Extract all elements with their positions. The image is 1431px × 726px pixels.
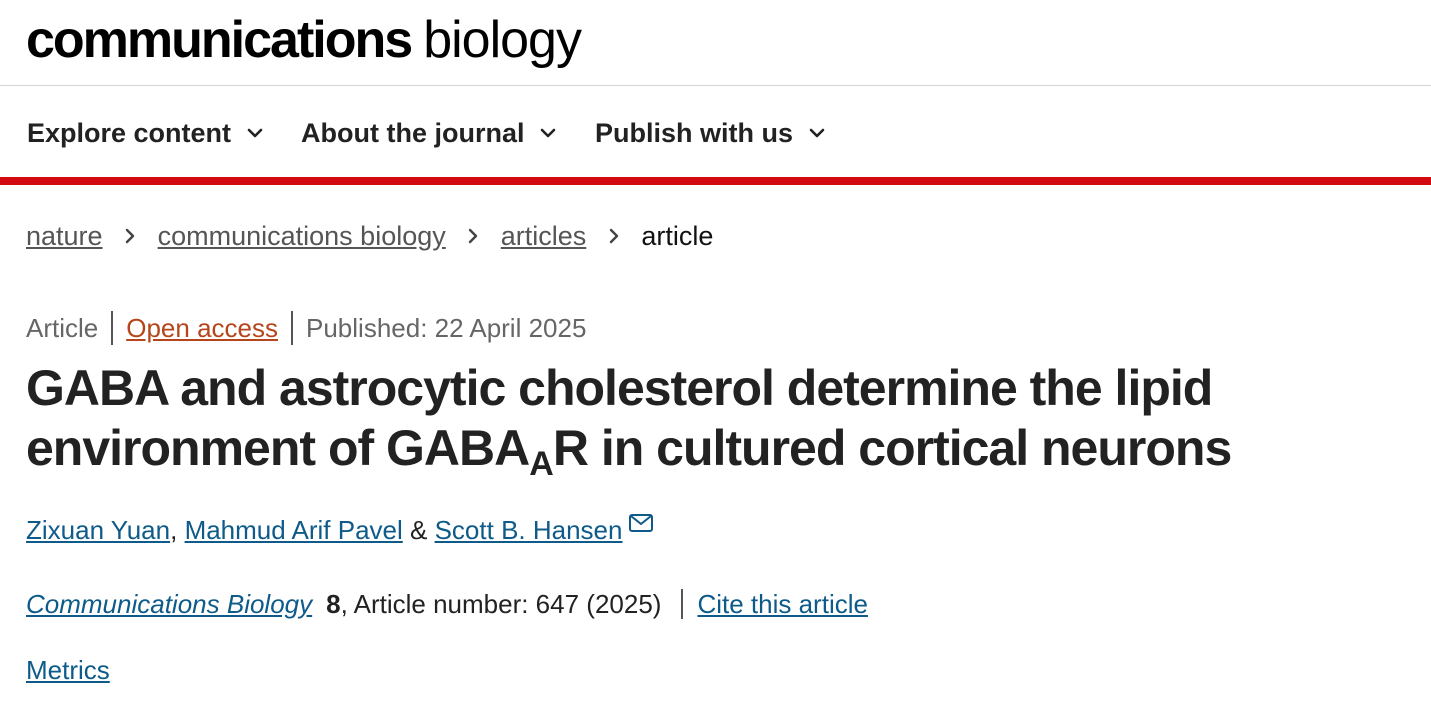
chevron-down-icon	[540, 128, 556, 138]
article-title: GABA and astrocytic cholesterol determin…	[26, 358, 1326, 481]
article-type: Article	[26, 313, 99, 343]
divider	[111, 311, 114, 346]
nav-explore-content[interactable]: Explore content	[27, 115, 263, 151]
article-meta: Article Open access Published: 22 April 20…	[26, 310, 586, 346]
title-text-end: R in cultured cortical neurons	[552, 420, 1232, 476]
logo-word-communications: communications	[26, 11, 413, 69]
mail-icon[interactable]	[628, 512, 654, 534]
open-access-link[interactable]: Open access	[126, 313, 278, 343]
breadcrumb-communications-biology[interactable]: communications biology	[158, 221, 446, 251]
metrics-link[interactable]: Metrics	[26, 652, 110, 688]
breadcrumb-articles[interactable]: articles	[501, 221, 587, 251]
nav-publish-with-us[interactable]: Publish with us	[595, 115, 825, 151]
divider	[291, 311, 293, 346]
nav-label: Publish with us	[595, 118, 794, 148]
author-list: Zixuan Yuan, Mahmud Arif Pavel & Scott B…	[26, 512, 654, 548]
author-separator: &	[410, 515, 428, 545]
logo-word-biology: biology	[423, 11, 582, 69]
nav-label: Explore content	[27, 118, 232, 148]
chevron-right-icon	[125, 228, 135, 244]
title-subscript: A	[529, 445, 554, 483]
site-header: communications biology	[0, 0, 1431, 86]
volume-number: 8	[326, 589, 341, 619]
citation-line: Communications Biology 8, Article number:…	[26, 586, 868, 622]
chevron-down-icon	[809, 128, 824, 138]
chevron-right-icon	[609, 228, 619, 244]
author-link[interactable]: Mahmud Arif Pavel	[185, 515, 403, 545]
chevron-right-icon	[469, 228, 478, 244]
author-separator: ,	[170, 515, 178, 545]
journal-link[interactable]: Communications Biology	[26, 589, 312, 619]
divider	[681, 589, 684, 620]
chevron-down-icon	[247, 128, 262, 138]
journal-logo[interactable]: communications biology	[26, 4, 582, 76]
nav-label: About the journal	[301, 118, 525, 148]
nav-about-journal[interactable]: About the journal	[301, 115, 556, 151]
main-nav: Explore content About the journal Publis…	[0, 87, 1431, 177]
breadcrumb-nature[interactable]: nature	[26, 221, 103, 251]
published-date: Published: 22 April 2025	[306, 313, 587, 343]
breadcrumb-current: article	[641, 221, 714, 251]
article-number: , Article number: 647 (2025)	[340, 589, 662, 619]
cite-this-article-link[interactable]: Cite this article	[697, 589, 868, 619]
breadcrumb: nature communications biology articles a…	[26, 218, 713, 254]
nav-accent-bar	[0, 177, 1431, 185]
author-link[interactable]: Scott B. Hansen	[435, 515, 623, 545]
author-link[interactable]: Zixuan Yuan	[26, 515, 170, 545]
